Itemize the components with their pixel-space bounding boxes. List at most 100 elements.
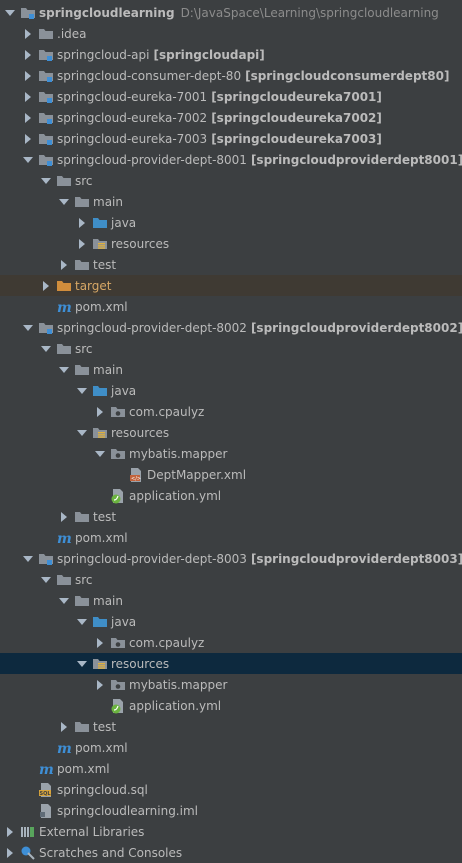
tree-row[interactable]: main	[0, 191, 462, 212]
expand-arrow[interactable]	[20, 128, 36, 149]
excluded-folder-icon	[56, 278, 72, 294]
expand-arrow[interactable]	[20, 44, 36, 65]
tree-row[interactable]: springcloudlearning D:\JavaSpace\Learning…	[0, 2, 462, 23]
tree-row[interactable]: </> DeptMapper.xml	[0, 464, 462, 485]
tree-row[interactable]: springcloud-provider-dept-8003 [springclo…	[0, 548, 462, 569]
tree-row[interactable]: springcloud-api [springcloudapi]	[0, 44, 462, 65]
chevron-right-icon	[7, 847, 13, 858]
collapse-arrow[interactable]	[74, 422, 90, 443]
tree-row[interactable]: java	[0, 212, 462, 233]
tree-item-label: mybatis.mapper	[129, 677, 228, 692]
tree-row[interactable]: m pom.xml	[0, 527, 462, 548]
chevron-right-icon	[61, 721, 67, 732]
tree-row[interactable]: SQL springcloud.sql	[0, 779, 462, 800]
collapse-arrow[interactable]	[20, 149, 36, 170]
collapse-arrow[interactable]	[74, 380, 90, 401]
collapse-arrow[interactable]	[20, 548, 36, 569]
tree-item-label: pom.xml	[75, 299, 128, 314]
expand-arrow[interactable]	[38, 275, 54, 296]
tree-row[interactable]: mybatis.mapper	[0, 674, 462, 695]
tree-row[interactable]: m pom.xml	[0, 737, 462, 758]
expand-arrow[interactable]	[20, 23, 36, 44]
collapse-arrow[interactable]	[56, 191, 72, 212]
tree-row[interactable]: resources	[0, 653, 462, 674]
collapse-arrow[interactable]	[38, 338, 54, 359]
tree-row[interactable]: m pom.xml	[0, 758, 462, 779]
tree-row[interactable]: mybatis.mapper	[0, 443, 462, 464]
tree-row[interactable]: springcloudlearning.iml	[0, 800, 462, 821]
tree-row[interactable]: java	[0, 611, 462, 632]
project-tree[interactable]: springcloudlearning D:\JavaSpace\Learning…	[0, 0, 462, 863]
module-folder-icon	[38, 89, 54, 105]
expand-arrow[interactable]	[2, 842, 18, 863]
tree-row[interactable]: com.cpaulyz	[0, 632, 462, 653]
collapse-arrow[interactable]	[2, 2, 18, 23]
tree-row[interactable]: application.yml	[0, 485, 462, 506]
tree-row[interactable]: application.yml	[0, 695, 462, 716]
tree-row[interactable]: springcloud-eureka-7002 [springcloudeurek…	[0, 107, 462, 128]
tree-row[interactable]: External Libraries	[0, 821, 462, 842]
tree-row[interactable]: springcloud-eureka-7003 [springcloudeurek…	[0, 128, 462, 149]
expand-arrow[interactable]	[92, 674, 108, 695]
tree-row[interactable]: src	[0, 170, 462, 191]
collapse-arrow[interactable]	[92, 443, 108, 464]
tree-row[interactable]: test	[0, 716, 462, 737]
expand-arrow[interactable]	[56, 716, 72, 737]
collapse-arrow[interactable]	[20, 317, 36, 338]
expand-arrow[interactable]	[74, 233, 90, 254]
expand-arrow[interactable]	[20, 65, 36, 86]
expand-arrow[interactable]	[56, 254, 72, 275]
tree-row[interactable]: springcloud-provider-dept-8001 [springclo…	[0, 149, 462, 170]
chevron-down-icon	[77, 618, 87, 625]
expand-arrow[interactable]	[20, 107, 36, 128]
arrow-spacer	[20, 758, 36, 779]
svg-text:</>: </>	[131, 476, 141, 482]
tree-row[interactable]: springcloud-consumer-dept-80 [springcloud…	[0, 65, 462, 86]
tree-row[interactable]: src	[0, 569, 462, 590]
tree-item-label: springcloud-provider-dept-8001	[57, 152, 247, 167]
maven-icon: m	[56, 530, 72, 546]
tree-row[interactable]: resources	[0, 422, 462, 443]
tree-item-label: .idea	[57, 26, 87, 41]
expand-arrow[interactable]	[74, 212, 90, 233]
arrow-spacer	[20, 800, 36, 821]
collapse-arrow[interactable]	[74, 611, 90, 632]
tree-row[interactable]: main	[0, 590, 462, 611]
collapse-arrow[interactable]	[74, 653, 90, 674]
tree-item-label: test	[93, 509, 117, 524]
expand-arrow[interactable]	[2, 821, 18, 842]
tree-row[interactable]: target	[0, 275, 462, 296]
chevron-right-icon	[25, 49, 31, 60]
collapse-arrow[interactable]	[38, 170, 54, 191]
expand-arrow[interactable]	[20, 86, 36, 107]
expand-arrow[interactable]	[56, 506, 72, 527]
tree-row[interactable]: src	[0, 338, 462, 359]
chevron-right-icon	[79, 238, 85, 249]
tree-item-label: springcloud-eureka-7002	[57, 110, 208, 125]
tree-row[interactable]: Scratches and Consoles	[0, 842, 462, 863]
collapse-arrow[interactable]	[56, 590, 72, 611]
expand-arrow[interactable]	[92, 632, 108, 653]
collapse-arrow[interactable]	[38, 569, 54, 590]
tree-row[interactable]: test	[0, 506, 462, 527]
tree-row[interactable]: springcloud-provider-dept-8002 [springclo…	[0, 317, 462, 338]
collapse-arrow[interactable]	[56, 359, 72, 380]
tree-row[interactable]: main	[0, 359, 462, 380]
project-path: D:\JavaSpace\Learning\springcloudlearnin…	[180, 5, 439, 20]
expand-arrow[interactable]	[92, 401, 108, 422]
source-folder-icon	[92, 215, 108, 231]
tree-row[interactable]: resources	[0, 233, 462, 254]
tree-item-label: springcloud-api	[57, 47, 150, 62]
chevron-down-icon	[23, 156, 33, 163]
tree-row[interactable]: java	[0, 380, 462, 401]
tree-row[interactable]: m pom.xml	[0, 296, 462, 317]
tree-item-label: main	[93, 362, 123, 377]
tree-item-label: mybatis.mapper	[129, 446, 228, 461]
maven-icon: m	[56, 740, 72, 756]
tree-row[interactable]: .idea	[0, 23, 462, 44]
tree-row[interactable]: springcloud-eureka-7001 [springcloudeurek…	[0, 86, 462, 107]
tree-row[interactable]: com.cpaulyz	[0, 401, 462, 422]
tree-row[interactable]: test	[0, 254, 462, 275]
tree-item-label: pom.xml	[57, 761, 110, 776]
chevron-right-icon	[79, 217, 85, 228]
